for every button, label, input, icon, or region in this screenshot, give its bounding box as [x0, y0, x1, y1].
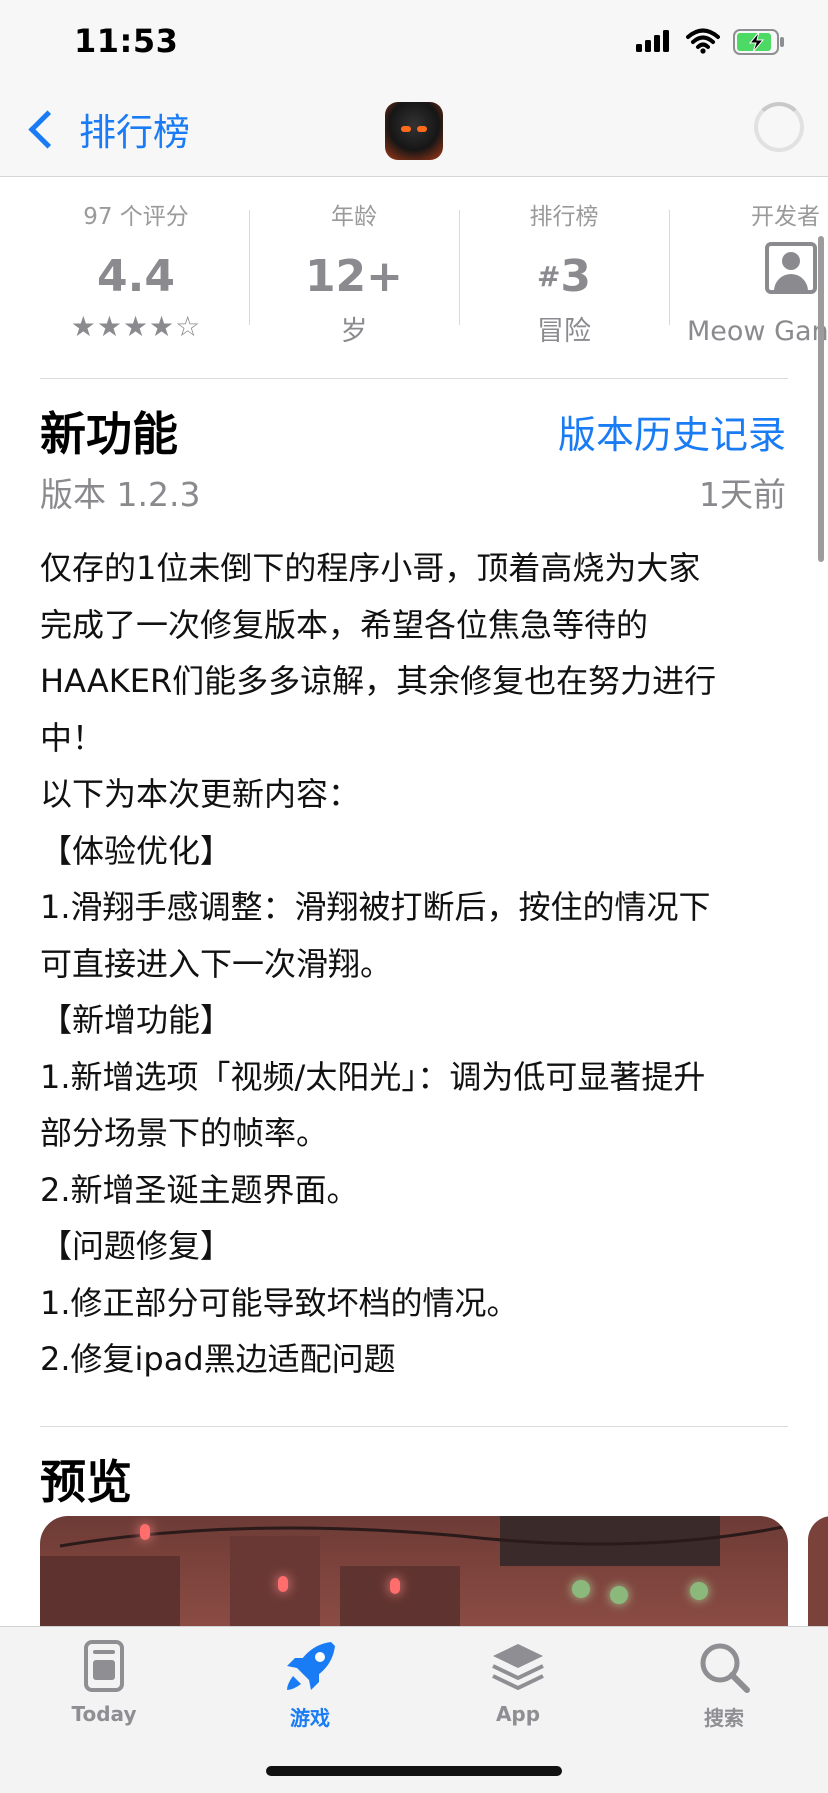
release-note-line: 中！ [40, 718, 105, 757]
release-note-line: 1.新增选项「视频/太阳光」：调为低可显著提升 [40, 1057, 706, 1096]
preview-screenshot[interactable] [40, 1516, 788, 1626]
section-divider [40, 378, 788, 379]
lantern-light [390, 1578, 400, 1594]
release-note-line: 【问题修复】 [40, 1227, 233, 1265]
chart-rank-info[interactable]: 排行榜 #3 冒险 [484, 200, 644, 352]
tab-apps[interactable]: App [448, 1636, 588, 1726]
today-icon [73, 1636, 135, 1698]
lantern-light [278, 1576, 288, 1592]
back-label: 排行榜 [79, 111, 190, 154]
loading-spinner-icon [754, 102, 804, 152]
tab-label: Today [71, 1702, 137, 1726]
developer-header: 开发者 [751, 204, 820, 230]
tab-label: App [495, 1702, 541, 1726]
release-note-line: 1.修正部分可能导致坏档的情况。 [40, 1283, 519, 1322]
tab-search[interactable]: 搜索 [654, 1636, 794, 1731]
release-note-line: 2.修复ipad黑边适配问题 [40, 1340, 396, 1378]
age-sub: 岁 [340, 316, 368, 347]
search-icon [693, 1636, 755, 1698]
section-divider [40, 1426, 788, 1427]
scroll-indicator[interactable] [818, 236, 824, 562]
info-separator [459, 210, 460, 325]
tab-label: 游戏 [290, 1706, 330, 1730]
release-note-line: 完成了一次修复版本，希望各位焦急等待的 [40, 605, 649, 644]
tab-label: 搜索 [704, 1706, 744, 1730]
ratings-count: 97 个评分 [83, 204, 189, 230]
glow-light [610, 1586, 628, 1604]
release-note-line: 以下为本次更新内容： [40, 775, 361, 813]
developer-person-icon [765, 242, 817, 294]
star-rating: ★★★★☆ [70, 310, 202, 343]
release-note-line: 可直接进入下一次滑翔。 [40, 944, 393, 983]
back-button[interactable]: 排行榜 [22, 104, 190, 154]
ratings-info[interactable]: 97 个评分 4.4 ★★★★☆ [56, 200, 216, 343]
cellular-signal-icon [636, 30, 669, 52]
developer-info[interactable]: 开发者 Meow Gan [682, 200, 828, 352]
rank-number: 3 [560, 251, 592, 302]
version-history-link[interactable]: 版本历史记录 [558, 404, 786, 459]
release-note-line: HAAKER们能多多谅解，其余修复也在努力进行 [40, 662, 717, 700]
wifi-icon [686, 28, 720, 54]
age-info[interactable]: 年龄 12+ 岁 [274, 200, 434, 352]
release-notes: 仅存的1位未倒下的程序小哥，顶着高烧为大家 完成了一次修复版本，希望各位焦急等待… [40, 540, 790, 1388]
glow-light [690, 1582, 708, 1600]
preview-scene-art [40, 1516, 788, 1626]
rank-hash: # [536, 260, 561, 293]
age-value: 12+ [304, 251, 404, 302]
release-note-line: 2.新增圣诞主题界面。 [40, 1170, 359, 1209]
preview-title: 预览 [40, 1455, 132, 1509]
battery-charging-icon [733, 29, 784, 55]
rank-header: 排行榜 [529, 204, 599, 230]
rating-value: 4.4 [97, 251, 175, 302]
info-separator [669, 210, 670, 325]
version-date: 1天前 [699, 475, 786, 514]
glow-light [572, 1580, 590, 1598]
app-icon-eye-left [401, 126, 411, 132]
app-icon [385, 102, 443, 160]
app-stack-icon [487, 1636, 549, 1698]
app-icon-eye-right [417, 126, 427, 132]
lantern-light [140, 1524, 150, 1540]
chevron-left-icon [28, 109, 67, 149]
version-label: 版本 1.2.3 [40, 475, 201, 514]
rank-value: #3 [484, 244, 644, 310]
developer-name: Meow Gan [687, 316, 828, 347]
release-note-line: 【新增功能】 [40, 1001, 233, 1039]
info-separator [249, 210, 250, 325]
release-note-line: 部分场景下的帧率。 [40, 1114, 329, 1152]
rank-category: 冒险 [537, 316, 591, 347]
rocket-icon [279, 1636, 341, 1698]
release-note-line: 仅存的1位未倒下的程序小哥，顶着高烧为大家 [40, 549, 701, 587]
age-header: 年龄 [331, 204, 377, 230]
release-note-line: 1.滑翔手感调整：滑翔被打断后，按住的情况下 [40, 888, 711, 926]
status-time: 11:53 [74, 22, 179, 60]
whats-new-title: 新功能 [40, 407, 178, 461]
release-note-line: 【体验优化】 [40, 831, 233, 870]
home-indicator[interactable] [266, 1766, 562, 1776]
tab-games[interactable]: 游戏 [240, 1636, 380, 1731]
tab-today[interactable]: Today [34, 1636, 174, 1726]
preview-screenshot-next[interactable] [808, 1516, 828, 1626]
